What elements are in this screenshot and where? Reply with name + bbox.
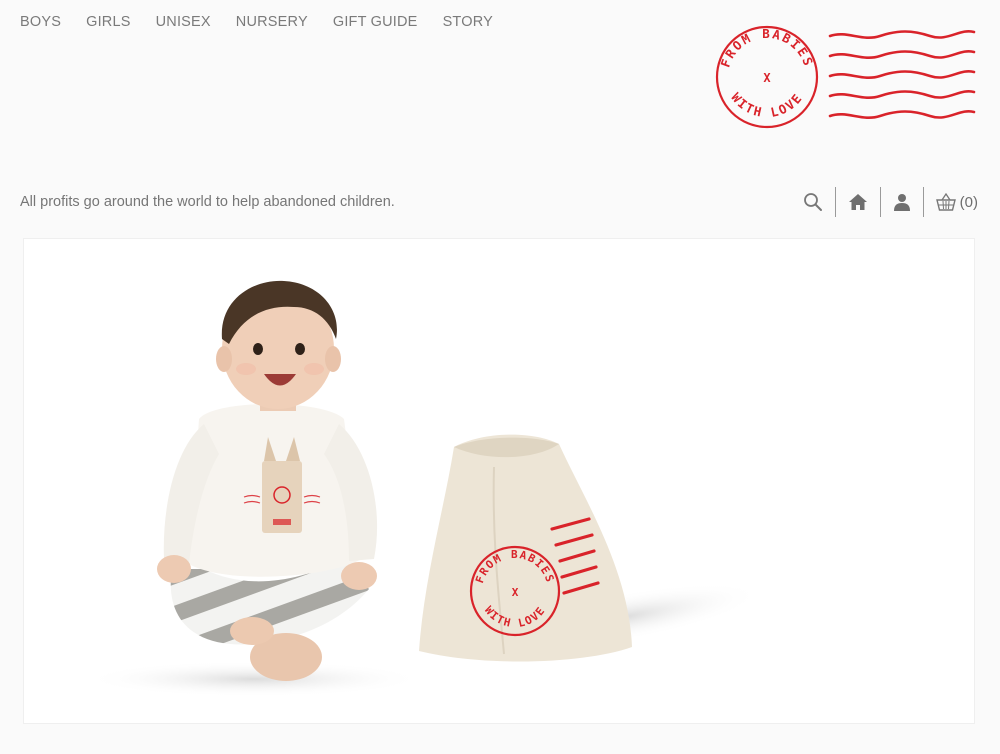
logo-text-top: FROM BABIES bbox=[717, 26, 814, 69]
hero-banner[interactable]: FROM BABIES X WITH LOVE bbox=[23, 238, 975, 724]
nav-item-story[interactable]: STORY bbox=[443, 14, 493, 30]
baby-figure bbox=[157, 280, 378, 681]
nav-item-gift-guide[interactable]: GIFT GUIDE bbox=[333, 14, 418, 30]
logo-wavy-lines bbox=[828, 29, 976, 119]
logo-stamp-graphic: FROM BABIES X WITH LOVE bbox=[715, 25, 976, 129]
nav-item-unisex[interactable]: UNISEX bbox=[156, 14, 211, 30]
utility-bar: (0) bbox=[791, 186, 978, 218]
svg-text:WITH LOVE: WITH LOVE bbox=[728, 90, 805, 120]
cart-count: (0) bbox=[959, 193, 978, 211]
main-nav: BOYS GIRLS UNISEX NURSERY GIFT GUIDE STO… bbox=[20, 14, 518, 30]
search-button[interactable] bbox=[791, 186, 835, 218]
logo-text-bottom: WITH LOVE bbox=[728, 90, 803, 120]
logo-text-center: X bbox=[763, 71, 771, 85]
nav-item-nursery[interactable]: NURSERY bbox=[236, 14, 308, 30]
user-icon bbox=[893, 194, 910, 211]
nav-item-boys[interactable]: BOYS bbox=[20, 14, 61, 30]
account-button[interactable] bbox=[881, 186, 923, 218]
cart-button[interactable]: (0) bbox=[924, 186, 978, 218]
search-icon bbox=[803, 193, 822, 211]
nav-item-girls[interactable]: GIRLS bbox=[86, 14, 131, 30]
logo[interactable]: FROM BABIES X WITH LOVE bbox=[712, 22, 978, 132]
gift-bag: FROM BABIES X WITH LOVE bbox=[419, 434, 632, 662]
page: BOYS GIRLS UNISEX NURSERY GIFT GUIDE STO… bbox=[0, 0, 1000, 754]
home-button[interactable] bbox=[836, 186, 880, 218]
bag-stamp-text-center: X bbox=[512, 586, 519, 599]
basket-icon bbox=[935, 193, 956, 211]
home-icon bbox=[848, 194, 867, 210]
tagline: All profits go around the world to help … bbox=[20, 194, 395, 210]
hero-image: FROM BABIES X WITH LOVE bbox=[84, 280, 762, 697]
svg-text:FROM BABIES: FROM BABIES bbox=[717, 26, 816, 69]
